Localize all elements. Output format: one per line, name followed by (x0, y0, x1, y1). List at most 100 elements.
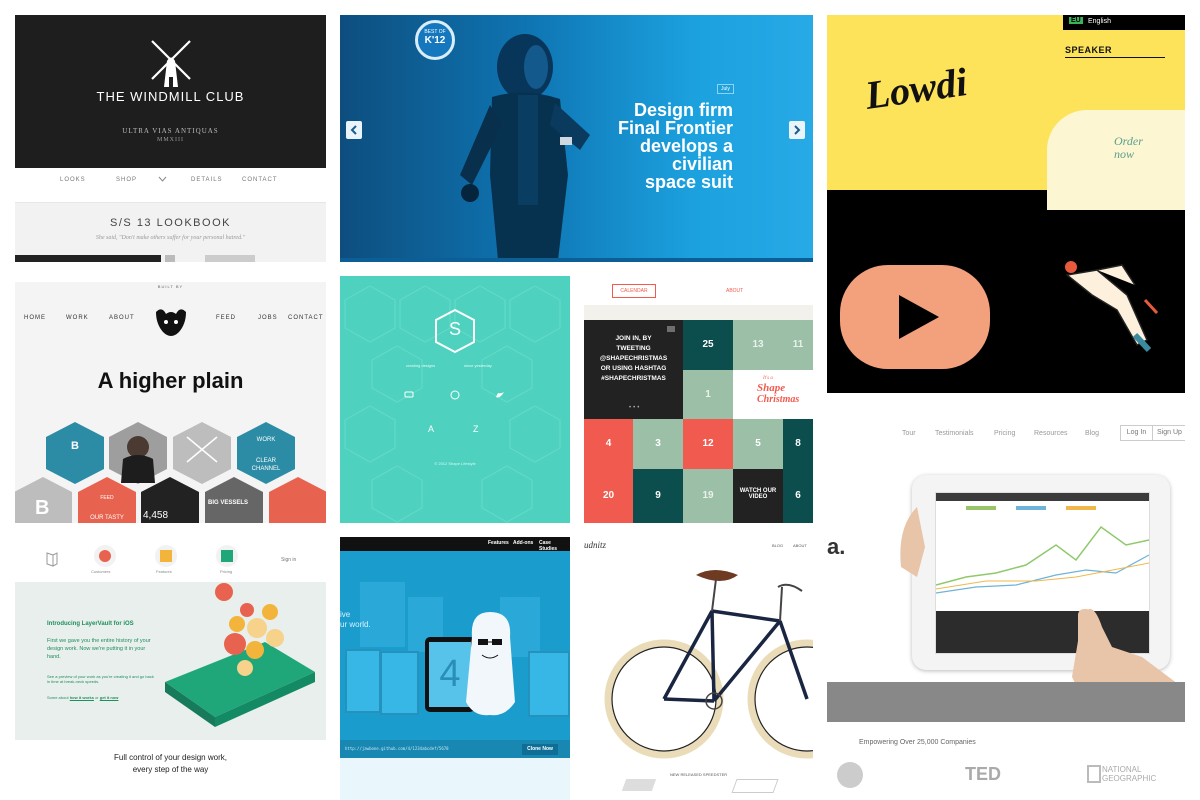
nav-case-studies[interactable]: Case Studies (539, 540, 570, 552)
nav-looks[interactable]: LOOKS (60, 177, 86, 183)
nav-home[interactable]: HOME (24, 315, 46, 321)
get-it-now-link[interactable]: get it now (100, 695, 119, 700)
play-video-button[interactable] (840, 265, 990, 369)
bike-tile[interactable]: udnitz BLOG ABOUT NEW RELEASED SPEEDSTER (584, 537, 813, 800)
watch-line: VIDEO (748, 494, 768, 500)
lowdi-tile[interactable]: EU English SPEAKER Lowdi Order now (827, 15, 1185, 393)
nav-features[interactable]: Features (156, 569, 172, 574)
nav-pricing[interactable]: Pricing (994, 430, 1015, 437)
higher-headline: A higher plain (97, 368, 244, 393)
customers-icon[interactable] (94, 545, 116, 567)
calendar-day[interactable]: 25 (683, 320, 733, 370)
hex-big-b: B (35, 497, 50, 519)
bike-brand[interactable]: udnitz (584, 540, 606, 550)
nav-blog[interactable]: BLOG (772, 543, 783, 548)
calendar-day[interactable]: 1 (683, 370, 733, 419)
links-prefix: Some about (47, 695, 69, 700)
tab-about[interactable]: ABOUT (726, 288, 743, 294)
clear-channel-label[interactable]: CLEAR CHANNEL (245, 457, 287, 473)
work-hex-label[interactable]: WORK (237, 437, 295, 443)
login-button[interactable]: Log In (1120, 425, 1153, 441)
legend-chip (1066, 506, 1096, 510)
nav-resources[interactable]: Resources (1034, 430, 1067, 437)
nav-features[interactable]: Features (488, 540, 509, 546)
chevron-down-icon[interactable] (158, 176, 167, 182)
windmill-title: THE WINDMILL CLUB (96, 89, 245, 104)
shape-letter-z: Z (473, 424, 479, 434)
clone-now-button[interactable]: Clone Now (522, 744, 558, 755)
yeti-nav: Features Add-ons Case Studies (340, 537, 570, 552)
speaker-link[interactable]: SPEAKER (1065, 45, 1112, 55)
xmas-subbar (584, 305, 813, 320)
nav-work[interactable]: WORK (66, 315, 89, 321)
nav-testimonials[interactable]: Testimonials (935, 430, 974, 437)
yeti-tile[interactable]: Features Add-ons Case Studies ive ur wor… (340, 537, 570, 800)
clone-url[interactable]: http://jawbone.github.com/4/1234abcdef/5… (345, 746, 449, 751)
signin-link[interactable]: Sign in (281, 557, 296, 563)
calendar-day[interactable]: 20 (584, 469, 633, 523)
pricing-icon[interactable] (216, 545, 238, 567)
shape-tile[interactable]: S creating designs since yesterday A Z ©… (340, 276, 570, 523)
calendar-day[interactable]: 12 (683, 419, 733, 469)
higher-plain-tile[interactable]: BUILT BY HOME WORK ABOUT FEED JOBS CONTA… (15, 282, 326, 523)
logo-top: It's a (763, 376, 773, 381)
nav-contact[interactable]: CONTACT (242, 177, 278, 183)
nav-tour[interactable]: Tour (902, 430, 916, 437)
nav-details[interactable]: DETAILS (191, 177, 223, 183)
natgeo-frame (1087, 765, 1101, 783)
bike-footer-text: NEW RELEASED SPEEDSTER (670, 772, 728, 777)
calendar-day[interactable]: 19 (683, 469, 733, 523)
footer-graphic (621, 779, 657, 791)
windmill-club-tile[interactable]: THE WINDMILL CLUB ULTRA VIAS ANTIQUAS MM… (15, 15, 326, 262)
calendar-day[interactable]: 13 (733, 320, 783, 370)
order-now-link[interactable]: Order now (1114, 135, 1143, 161)
dancer-illustration (1065, 261, 1159, 353)
menu-icon[interactable] (667, 326, 675, 332)
nav-about[interactable]: ABOUT (109, 315, 135, 321)
astro-headline[interactable]: Design firm Final Frontier develops a ci… (570, 101, 733, 191)
calendar-day[interactable]: 3 (633, 419, 683, 469)
astronaut-tile[interactable]: BEST OF K'12 July Design firm Final Fron… (340, 15, 813, 262)
nav-blog[interactable]: Blog (1085, 430, 1099, 437)
nav-shop[interactable]: SHOP (116, 177, 137, 183)
features-icon[interactable] (155, 545, 177, 567)
layer-heading: Introducing LayerVault for iOS (47, 621, 134, 627)
logo-line: Christmas (757, 394, 800, 405)
join-text: JOIN IN, BY TWEETING @SHAPECHRISTMAS OR … (584, 334, 683, 384)
shape-christmas-tile[interactable]: CALENDAR ABOUT JOIN IN, BY TWEETING @SHA… (584, 276, 813, 523)
calendar-day[interactable]: 5 (733, 419, 783, 469)
next-slide-button[interactable] (789, 121, 805, 139)
nav-pricing[interactable]: Pricing (220, 569, 232, 574)
how-it-works-link[interactable]: how it works (70, 695, 94, 700)
prev-slide-button[interactable] (346, 121, 362, 139)
watch-video-cell[interactable]: WATCH OUR VIDEO (733, 469, 783, 523)
tab-calendar[interactable]: CALENDAR (612, 284, 656, 298)
signup-button[interactable]: Sign Up (1152, 425, 1185, 441)
windmill-icon (151, 40, 191, 87)
feed-hex-label[interactable]: FEED (78, 495, 136, 501)
nav-feed[interactable]: FEED (216, 315, 236, 321)
calendar-day[interactable]: 6 (783, 469, 813, 523)
calendar-day[interactable]: 9 (633, 469, 683, 523)
calendar-day[interactable]: 4 (584, 419, 633, 469)
bison-icon (156, 309, 186, 336)
tablet-analytics-tile[interactable]: Tour Testimonials Pricing Resources Blog… (827, 407, 1185, 800)
calendar-day[interactable]: 11 (783, 320, 813, 370)
natgeo-line: NATIONAL (1102, 765, 1142, 774)
layervault-tile[interactable]: Customers Features Pricing Sign in Intro… (15, 537, 326, 800)
built-by-label: BUILT BY (157, 284, 184, 289)
lang-bar[interactable]: EU English (1063, 15, 1185, 30)
chat-icon[interactable] (404, 391, 414, 399)
nav-customers[interactable]: Customers (91, 569, 110, 574)
nav-contact[interactable]: CONTACT (288, 315, 324, 321)
calendar-day[interactable]: 8 (783, 419, 813, 469)
nav-addons[interactable]: Add-ons (513, 540, 533, 546)
next-arrow-icon (794, 125, 801, 135)
nav-about[interactable]: ABOUT (793, 543, 807, 548)
twitter-icon[interactable] (495, 391, 505, 399)
dribbble-icon[interactable] (450, 390, 460, 400)
phone-illustration (165, 583, 315, 727)
links-or: or (95, 695, 99, 700)
nav-jobs[interactable]: JOBS (258, 315, 278, 321)
carousel-dots[interactable]: ••• (629, 405, 641, 411)
